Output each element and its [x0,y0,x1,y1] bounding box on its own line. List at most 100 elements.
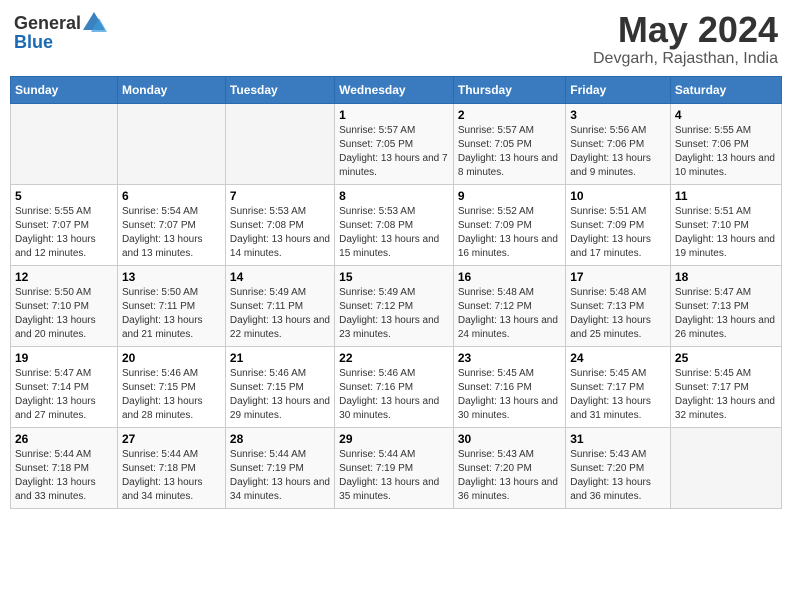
day-info: Sunrise: 5:51 AMSunset: 7:09 PMDaylight:… [570,205,666,261]
day-info: Sunrise: 5:46 AMSunset: 7:15 PMDaylight:… [230,367,330,423]
calendar-cell: 26 Sunrise: 5:44 AMSunset: 7:18 PMDaylig… [11,427,118,508]
calendar-cell: 13 Sunrise: 5:50 AMSunset: 7:11 PMDaylig… [117,265,225,346]
day-number: 14 [230,270,330,284]
calendar-cell: 24 Sunrise: 5:45 AMSunset: 7:17 PMDaylig… [566,346,671,427]
calendar-cell: 5 Sunrise: 5:55 AMSunset: 7:07 PMDayligh… [11,184,118,265]
calendar-cell: 21 Sunrise: 5:46 AMSunset: 7:15 PMDaylig… [225,346,334,427]
day-number: 10 [570,189,666,203]
day-number: 15 [339,270,449,284]
day-info: Sunrise: 5:44 AMSunset: 7:19 PMDaylight:… [339,448,449,504]
page-header: General Blue May 2024 Devgarh, Rajasthan… [10,10,782,68]
day-number: 4 [675,108,777,122]
calendar-cell: 7 Sunrise: 5:53 AMSunset: 7:08 PMDayligh… [225,184,334,265]
calendar-cell: 11 Sunrise: 5:51 AMSunset: 7:10 PMDaylig… [670,184,781,265]
day-info: Sunrise: 5:56 AMSunset: 7:06 PMDaylight:… [570,124,666,180]
day-number: 25 [675,351,777,365]
calendar-week-row: 5 Sunrise: 5:55 AMSunset: 7:07 PMDayligh… [11,184,782,265]
calendar-week-row: 26 Sunrise: 5:44 AMSunset: 7:18 PMDaylig… [11,427,782,508]
day-info: Sunrise: 5:50 AMSunset: 7:10 PMDaylight:… [15,286,113,342]
calendar-cell: 19 Sunrise: 5:47 AMSunset: 7:14 PMDaylig… [11,346,118,427]
calendar-cell: 20 Sunrise: 5:46 AMSunset: 7:15 PMDaylig… [117,346,225,427]
day-number: 13 [122,270,221,284]
calendar-cell [670,427,781,508]
day-info: Sunrise: 5:45 AMSunset: 7:17 PMDaylight:… [675,367,777,423]
day-number: 23 [458,351,561,365]
day-info: Sunrise: 5:50 AMSunset: 7:11 PMDaylight:… [122,286,221,342]
calendar-cell [11,103,118,184]
day-number: 7 [230,189,330,203]
main-title: May 2024 [593,10,778,50]
day-number: 12 [15,270,113,284]
calendar-cell: 22 Sunrise: 5:46 AMSunset: 7:16 PMDaylig… [335,346,454,427]
calendar-cell: 3 Sunrise: 5:56 AMSunset: 7:06 PMDayligh… [566,103,671,184]
day-info: Sunrise: 5:48 AMSunset: 7:13 PMDaylight:… [570,286,666,342]
day-info: Sunrise: 5:49 AMSunset: 7:12 PMDaylight:… [339,286,449,342]
calendar-cell [225,103,334,184]
day-number: 19 [15,351,113,365]
day-number: 27 [122,432,221,446]
day-number: 16 [458,270,561,284]
day-info: Sunrise: 5:53 AMSunset: 7:08 PMDaylight:… [339,205,449,261]
day-number: 2 [458,108,561,122]
day-number: 28 [230,432,330,446]
day-info: Sunrise: 5:55 AMSunset: 7:07 PMDaylight:… [15,205,113,261]
day-info: Sunrise: 5:47 AMSunset: 7:13 PMDaylight:… [675,286,777,342]
calendar-table: SundayMondayTuesdayWednesdayThursdayFrid… [10,76,782,509]
calendar-cell: 29 Sunrise: 5:44 AMSunset: 7:19 PMDaylig… [335,427,454,508]
calendar-week-row: 12 Sunrise: 5:50 AMSunset: 7:10 PMDaylig… [11,265,782,346]
calendar-cell: 12 Sunrise: 5:50 AMSunset: 7:10 PMDaylig… [11,265,118,346]
day-info: Sunrise: 5:46 AMSunset: 7:15 PMDaylight:… [122,367,221,423]
day-number: 8 [339,189,449,203]
day-number: 29 [339,432,449,446]
day-info: Sunrise: 5:49 AMSunset: 7:11 PMDaylight:… [230,286,330,342]
day-number: 20 [122,351,221,365]
calendar-cell: 28 Sunrise: 5:44 AMSunset: 7:19 PMDaylig… [225,427,334,508]
day-number: 1 [339,108,449,122]
day-number: 5 [15,189,113,203]
day-info: Sunrise: 5:47 AMSunset: 7:14 PMDaylight:… [15,367,113,423]
calendar-cell: 16 Sunrise: 5:48 AMSunset: 7:12 PMDaylig… [453,265,565,346]
day-number: 3 [570,108,666,122]
day-info: Sunrise: 5:51 AMSunset: 7:10 PMDaylight:… [675,205,777,261]
day-info: Sunrise: 5:43 AMSunset: 7:20 PMDaylight:… [458,448,561,504]
calendar-cell: 15 Sunrise: 5:49 AMSunset: 7:12 PMDaylig… [335,265,454,346]
day-info: Sunrise: 5:57 AMSunset: 7:05 PMDaylight:… [339,124,449,180]
calendar-cell: 27 Sunrise: 5:44 AMSunset: 7:18 PMDaylig… [117,427,225,508]
day-info: Sunrise: 5:55 AMSunset: 7:06 PMDaylight:… [675,124,777,180]
day-info: Sunrise: 5:44 AMSunset: 7:18 PMDaylight:… [15,448,113,504]
day-header-monday: Monday [117,76,225,103]
day-info: Sunrise: 5:44 AMSunset: 7:19 PMDaylight:… [230,448,330,504]
title-block: May 2024 Devgarh, Rajasthan, India [593,10,778,68]
day-header-friday: Friday [566,76,671,103]
calendar-cell: 10 Sunrise: 5:51 AMSunset: 7:09 PMDaylig… [566,184,671,265]
day-number: 30 [458,432,561,446]
day-info: Sunrise: 5:57 AMSunset: 7:05 PMDaylight:… [458,124,561,180]
day-number: 11 [675,189,777,203]
day-number: 24 [570,351,666,365]
calendar-cell: 31 Sunrise: 5:43 AMSunset: 7:20 PMDaylig… [566,427,671,508]
day-number: 9 [458,189,561,203]
day-info: Sunrise: 5:46 AMSunset: 7:16 PMDaylight:… [339,367,449,423]
day-number: 17 [570,270,666,284]
day-info: Sunrise: 5:53 AMSunset: 7:08 PMDaylight:… [230,205,330,261]
calendar-cell: 2 Sunrise: 5:57 AMSunset: 7:05 PMDayligh… [453,103,565,184]
day-number: 6 [122,189,221,203]
day-number: 21 [230,351,330,365]
day-info: Sunrise: 5:45 AMSunset: 7:16 PMDaylight:… [458,367,561,423]
sub-title: Devgarh, Rajasthan, India [593,50,778,68]
day-info: Sunrise: 5:45 AMSunset: 7:17 PMDaylight:… [570,367,666,423]
day-header-wednesday: Wednesday [335,76,454,103]
logo-icon [81,10,107,36]
calendar-cell: 4 Sunrise: 5:55 AMSunset: 7:06 PMDayligh… [670,103,781,184]
day-header-tuesday: Tuesday [225,76,334,103]
calendar-cell: 6 Sunrise: 5:54 AMSunset: 7:07 PMDayligh… [117,184,225,265]
calendar-cell: 23 Sunrise: 5:45 AMSunset: 7:16 PMDaylig… [453,346,565,427]
day-info: Sunrise: 5:43 AMSunset: 7:20 PMDaylight:… [570,448,666,504]
calendar-cell: 18 Sunrise: 5:47 AMSunset: 7:13 PMDaylig… [670,265,781,346]
calendar-cell: 9 Sunrise: 5:52 AMSunset: 7:09 PMDayligh… [453,184,565,265]
calendar-header-row: SundayMondayTuesdayWednesdayThursdayFrid… [11,76,782,103]
day-info: Sunrise: 5:52 AMSunset: 7:09 PMDaylight:… [458,205,561,261]
calendar-week-row: 1 Sunrise: 5:57 AMSunset: 7:05 PMDayligh… [11,103,782,184]
day-number: 31 [570,432,666,446]
day-number: 22 [339,351,449,365]
